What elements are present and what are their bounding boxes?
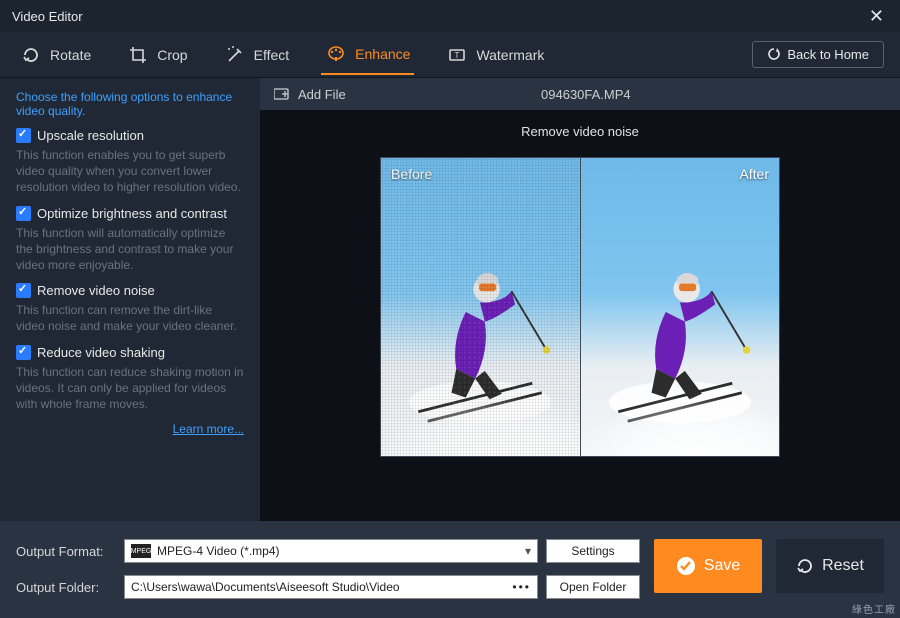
preview-panel: Add File 094630FA.MP4 Remove video noise… — [260, 78, 900, 521]
output-format-select[interactable]: MPEG MPEG-4 Video (*.mp4) ▾ — [124, 539, 538, 563]
save-button[interactable]: Save — [654, 539, 762, 593]
opt-label: Optimize brightness and contrast — [37, 206, 227, 221]
opt-brightness[interactable]: Optimize brightness and contrast — [16, 206, 244, 221]
svg-text:T: T — [455, 51, 460, 60]
tab-crop[interactable]: Crop — [123, 36, 191, 74]
tab-enhance[interactable]: Enhance — [321, 35, 414, 75]
titlebar: Video Editor ✕ — [0, 0, 900, 32]
tab-watermark[interactable]: T Watermark — [442, 36, 548, 74]
opt-upscale[interactable]: Upscale resolution — [16, 128, 244, 143]
chevron-down-icon: ▾ — [525, 544, 531, 558]
opt-shaking[interactable]: Reduce video shaking — [16, 345, 244, 360]
add-file-button[interactable]: Add File — [274, 87, 346, 102]
preview-before: Before — [381, 158, 580, 456]
preview-after: After — [580, 158, 780, 456]
save-label: Save — [704, 557, 740, 575]
file-bar: Add File 094630FA.MP4 — [260, 78, 900, 110]
tab-label: Crop — [157, 47, 187, 63]
tab-label: Watermark — [476, 47, 544, 63]
back-home-button[interactable]: Back to Home — [752, 41, 884, 68]
bottom-bar: Output Format: MPEG MPEG-4 Video (*.mp4)… — [0, 521, 900, 618]
open-folder-button[interactable]: Open Folder — [546, 575, 640, 599]
tab-label: Enhance — [355, 46, 410, 62]
page-watermark: 綠色工廠 — [852, 601, 896, 616]
reset-icon — [796, 557, 814, 575]
opt-label: Reduce video shaking — [37, 345, 165, 360]
format-icon: MPEG — [131, 544, 151, 558]
enhance-icon — [325, 43, 347, 65]
after-label: After — [739, 166, 769, 182]
back-home-label: Back to Home — [787, 47, 869, 62]
reset-button[interactable]: Reset — [776, 539, 884, 593]
opt-upscale-checkbox[interactable] — [16, 128, 31, 143]
opt-noise[interactable]: Remove video noise — [16, 283, 244, 298]
settings-button[interactable]: Settings — [546, 539, 640, 563]
opt-desc: This function can reduce shaking motion … — [16, 364, 244, 413]
back-arrow-icon — [767, 48, 781, 62]
rotate-icon — [20, 44, 42, 66]
tab-effect[interactable]: Effect — [220, 36, 294, 74]
tab-rotate[interactable]: Rotate — [16, 36, 95, 74]
opt-label: Upscale resolution — [37, 128, 144, 143]
preview-title: Remove video noise — [521, 124, 639, 139]
tab-label: Rotate — [50, 47, 91, 63]
before-label: Before — [391, 166, 432, 182]
opt-label: Remove video noise — [37, 283, 155, 298]
reset-label: Reset — [822, 557, 864, 575]
check-icon — [676, 556, 696, 576]
add-file-label: Add File — [298, 87, 346, 102]
output-folder-input[interactable]: C:\Users\wawa\Documents\Aiseesoft Studio… — [124, 575, 538, 599]
output-format-label: Output Format: — [16, 544, 116, 559]
learn-more-link[interactable]: Learn more... — [16, 422, 244, 436]
opt-desc: This function will automatically optimiz… — [16, 225, 244, 274]
output-format-value: MPEG-4 Video (*.mp4) — [157, 544, 280, 558]
add-file-icon — [274, 87, 290, 101]
output-folder-label: Output Folder: — [16, 580, 116, 595]
preview-compare: Before — [380, 157, 780, 457]
output-folder-value: C:\Users\wawa\Documents\Aiseesoft Studio… — [131, 580, 400, 594]
current-filename: 094630FA.MP4 — [346, 87, 826, 102]
enhance-sidebar: Choose the following options to enhance … — [0, 78, 260, 521]
effect-icon — [224, 44, 246, 66]
toolbar: Rotate Crop Effect Enhance T Watermark B… — [0, 32, 900, 78]
tab-label: Effect — [254, 47, 290, 63]
opt-noise-checkbox[interactable] — [16, 283, 31, 298]
opt-shaking-checkbox[interactable] — [16, 345, 31, 360]
opt-desc: This function enables you to get superb … — [16, 147, 244, 196]
window-title: Video Editor — [12, 9, 83, 24]
opt-brightness-checkbox[interactable] — [16, 206, 31, 221]
close-icon[interactable]: ✕ — [865, 6, 888, 27]
sidebar-intro: Choose the following options to enhance … — [16, 90, 244, 118]
crop-icon — [127, 44, 149, 66]
opt-desc: This function can remove the dirt-like v… — [16, 302, 244, 334]
browse-icon[interactable]: ••• — [512, 580, 531, 594]
watermark-icon: T — [446, 44, 468, 66]
